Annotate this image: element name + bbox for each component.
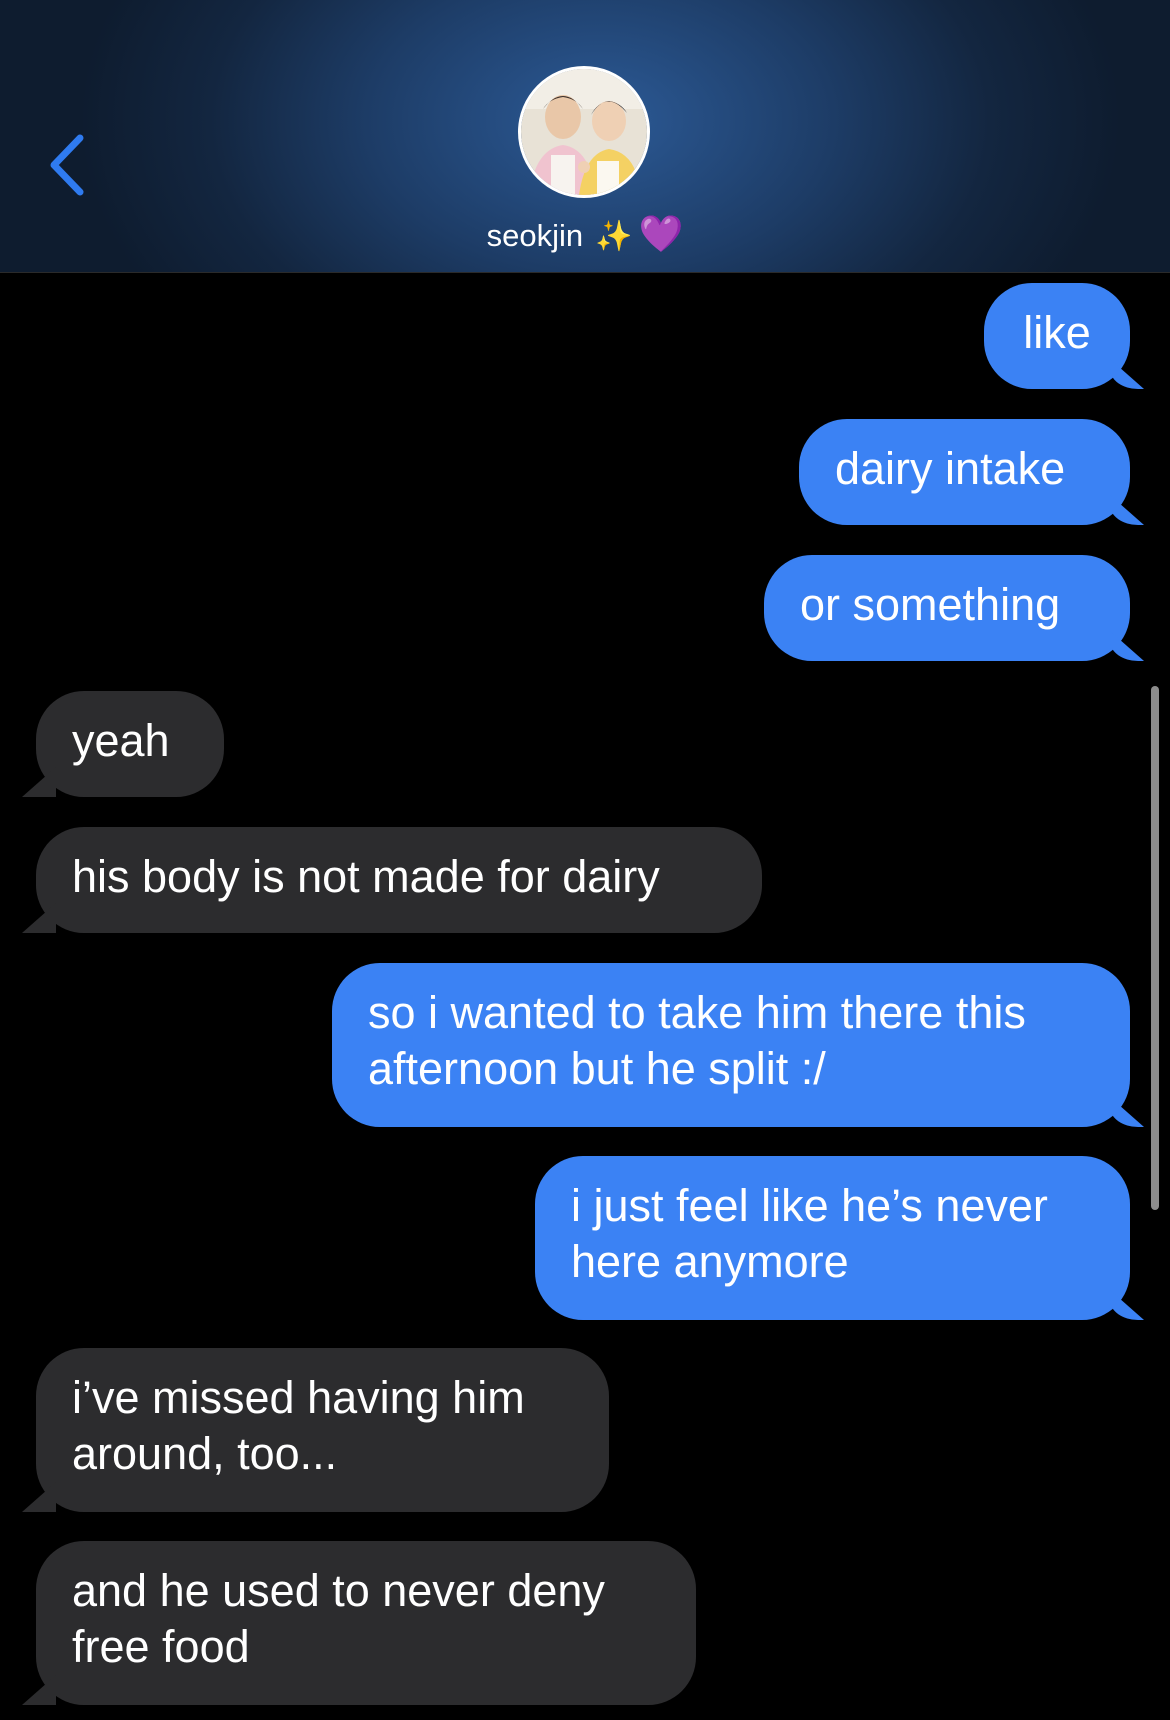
sparkles-emoji: ✨ [595,220,633,253]
back-button[interactable] [40,120,100,210]
message-bubble-sent[interactable]: i just feel like he’s never here anymore [535,1156,1130,1320]
message-text-line: free food [72,1621,250,1672]
message-bubble-received[interactable]: his body is not made for dairy [36,827,762,933]
message-text: dairy intake [835,443,1066,494]
message-text-line: and he used to never deny [72,1565,605,1616]
chevron-left-icon [50,134,84,196]
message-text-line: here anymore [571,1236,849,1287]
message-bubble-received[interactable]: yeah [36,691,224,797]
message-text-line: i just feel like he’s never [571,1180,1048,1231]
contact-avatar[interactable] [521,69,647,195]
message-bubble-received[interactable]: i’ve missed having him around, too... [36,1348,609,1512]
message-text: or something [800,579,1061,630]
message-bubble-received[interactable]: and he used to never deny free food [36,1541,696,1705]
message-text: like [1023,307,1091,358]
message-text: yeah [72,715,170,766]
message-text-line: so i wanted to take him there this [368,987,1026,1038]
purple-heart-emoji: 💜 [638,213,684,254]
message-text-line: around, too... [72,1428,338,1479]
message-bubble-sent[interactable]: like [984,283,1130,389]
conversation-header: seokjin ✨ 💜 [0,0,1170,273]
message-text: his body is not made for dairy [72,851,660,902]
message-bubble-sent[interactable]: or something [764,555,1130,661]
contact-name-button[interactable]: seokjin ✨ 💜 [0,210,1170,261]
avatar-photo [521,69,647,195]
message-text-line: i’ve missed having him [72,1372,525,1423]
contact-name: seokjin [486,218,584,253]
message-bubble-sent[interactable]: dairy intake [799,419,1130,525]
scrollbar[interactable] [1151,686,1159,1210]
message-text-line: afternoon but he split :/ [368,1043,826,1094]
message-bubble-sent[interactable]: so i wanted to take him there this after… [332,963,1130,1127]
